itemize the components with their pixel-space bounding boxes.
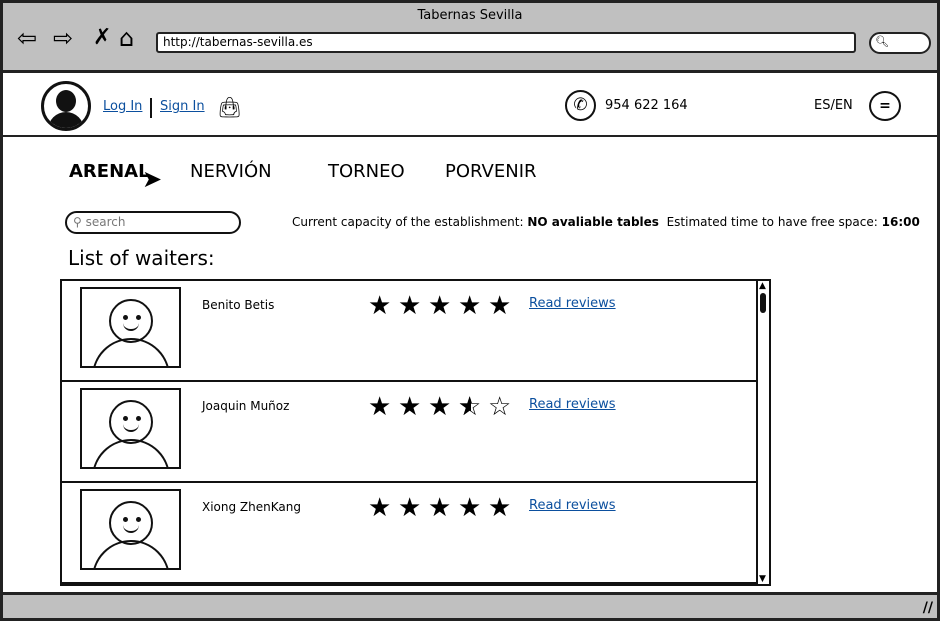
star-filled-icon: ★ — [458, 493, 484, 523]
scroll-up-icon[interactable]: ▲ — [759, 281, 766, 291]
scroll-down-icon[interactable]: ▼ — [759, 574, 766, 584]
search-icon: ⚲ — [73, 215, 82, 229]
language-toggle[interactable]: ES/EN — [814, 98, 853, 113]
waiter-photo — [80, 388, 181, 469]
waiter-name: Benito Betis — [202, 298, 275, 312]
browser-search[interactable]: 🔍︎ — [869, 32, 931, 54]
search-icon: 🔍︎ — [875, 35, 889, 48]
star-filled-icon: ★ — [428, 392, 454, 422]
read-reviews-link[interactable]: Read reviews — [529, 296, 616, 311]
tab-arenal[interactable]: ARENAL — [69, 161, 150, 182]
read-reviews-link[interactable]: Read reviews — [529, 397, 616, 412]
star-empty-icon: ☆ — [488, 392, 514, 422]
waiter-list: Benito Betis ★ ★ ★ ★ ★ Read reviews Joaquin Muñ… — [60, 279, 771, 586]
tab-nervion[interactable]: NERVIÓN — [190, 161, 272, 182]
star-filled-icon: ★ — [488, 291, 514, 321]
capacity-value: NO avaliable tables — [527, 215, 659, 229]
star-filled-icon: ★ — [458, 291, 484, 321]
time-label: Estimated time to have free space: — [666, 215, 878, 229]
star-filled-icon: ★ — [368, 291, 394, 321]
star-filled-icon: ★ — [398, 291, 424, 321]
waiter-photo — [80, 287, 181, 368]
home-icon[interactable]: ⌂ — [119, 25, 134, 51]
rating-stars: ★ ★ ★ ★ ★ — [368, 493, 518, 523]
status-bar: // — [3, 592, 937, 618]
mouse-cursor-icon: ➤ — [142, 165, 163, 193]
search-input[interactable]: ⚲ search — [65, 211, 241, 234]
star-filled-icon: ★ — [428, 493, 454, 523]
phone-number: 954 622 164 — [605, 98, 688, 113]
waiter-photo — [80, 489, 181, 570]
star-filled-icon: ★ — [428, 291, 454, 321]
url-bar[interactable]: http://tabernas-sevilla.es — [156, 32, 856, 53]
rating-stars: ★ ★ ★ ★ ★ — [368, 291, 518, 321]
star-filled-icon: ★ — [368, 493, 394, 523]
window-title: Tabernas Sevilla — [417, 8, 523, 23]
scroll-thumb[interactable] — [760, 293, 766, 313]
close-icon[interactable]: ✗ — [93, 25, 111, 51]
waiter-name: Xiong ZhenKang — [202, 500, 301, 514]
list-heading: List of waiters: — [68, 246, 215, 270]
read-reviews-link[interactable]: Read reviews — [529, 498, 616, 513]
star-half-icon: ☆★ — [458, 392, 484, 422]
tab-torneo[interactable]: TORNEO — [328, 161, 405, 182]
search-placeholder: search — [85, 215, 126, 229]
browser-window: Tabernas Sevilla ⇦ ⇨ ✗ ⌂ http://tabernas… — [0, 0, 940, 621]
star-filled-icon: ★ — [398, 493, 424, 523]
capacity-status: Current capacity of the establishment: N… — [292, 215, 920, 229]
star-filled-icon: ★ — [398, 392, 424, 422]
list-item: Joaquin Muñoz★★★☆★☆Read reviews — [62, 382, 759, 483]
waiter-name: Joaquin Muñoz — [202, 399, 290, 413]
tab-porvenir[interactable]: PORVENIR — [445, 161, 537, 182]
scrollbar[interactable]: ▲ ▼ — [756, 281, 769, 584]
menu-button[interactable]: = — [869, 91, 901, 121]
signin-link[interactable]: Sign In — [160, 99, 205, 114]
rating-stars: ★★★☆★☆ — [368, 392, 518, 422]
phone-icon: ✆ — [565, 90, 596, 121]
list-item: Benito Betis ★ ★ ★ ★ ★ Read reviews — [62, 281, 759, 382]
avatar[interactable] — [41, 81, 91, 131]
back-icon[interactable]: ⇦ — [17, 25, 37, 51]
star-filled-icon: ★ — [488, 493, 514, 523]
star-filled-icon: ★ — [368, 392, 394, 422]
forward-icon[interactable]: ⇨ — [53, 25, 73, 51]
capacity-label: Current capacity of the establishment: — [292, 215, 524, 229]
time-value: 16:00 — [881, 215, 920, 229]
browser-toolbar: Tabernas Sevilla ⇦ ⇨ ✗ ⌂ http://tabernas… — [3, 3, 937, 73]
header-divider — [3, 135, 937, 137]
shopping-bag-icon[interactable]: 👜︎ — [217, 95, 242, 119]
list-item: Xiong ZhenKang ★ ★ ★ ★ ★ Read reviews — [62, 483, 759, 584]
divider — [150, 98, 152, 118]
resize-grip-icon[interactable]: // — [923, 600, 933, 616]
login-link[interactable]: Log In — [103, 99, 142, 114]
